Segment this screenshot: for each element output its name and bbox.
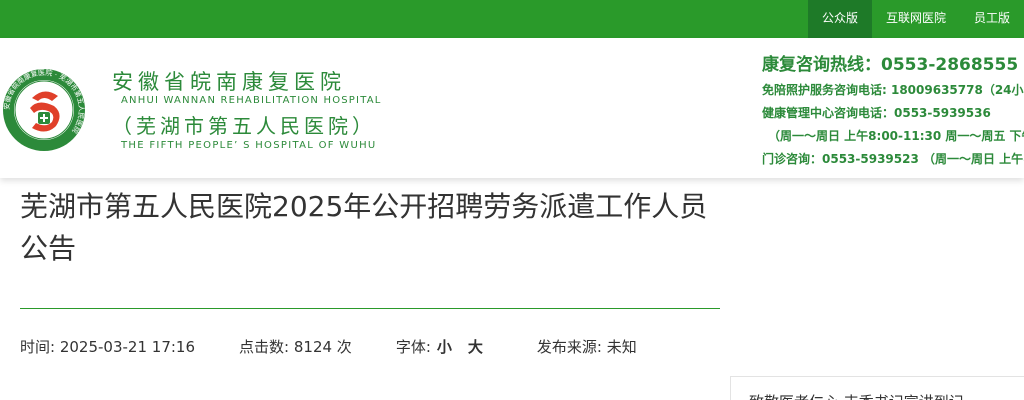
- hospital-logo[interactable]: 安徽省皖南康复医院 · 芜湖市第五人民医院: [2, 68, 86, 152]
- font-small-button[interactable]: 小: [437, 338, 452, 356]
- top-bar: 公众版 互联网医院 员工版: [0, 0, 1024, 38]
- source-label: 发布来源:: [536, 338, 602, 356]
- publish-time: 时间: 2025-03-21 17:16: [20, 336, 195, 357]
- article-meta: 时间: 2025-03-21 17:16 点击数: 8124 次 字体: 小大 发…: [20, 336, 681, 357]
- font-large-button[interactable]: 大: [468, 338, 483, 356]
- time-label: 时间:: [20, 338, 56, 356]
- font-size-switch: 字体: 小大: [396, 336, 493, 357]
- nav-internet-hospital[interactable]: 互联网医院: [872, 0, 960, 38]
- site-header: 安徽省皖南康复医院 · 芜湖市第五人民医院 安徽省皖南康复医院 ANHUI WA…: [0, 38, 1024, 178]
- clicks-value: 8124 次: [293, 338, 352, 356]
- side-headline[interactable]: 致敬医者仁心 丰香书记宣讲到记: [749, 391, 964, 400]
- top-nav: 公众版 互联网医院 员工版: [807, 0, 1024, 38]
- nav-staff[interactable]: 员工版: [960, 0, 1024, 38]
- hospital-name-en: ANHUI WANNAN REHABILITATION HOSPITAL: [121, 95, 382, 106]
- nav-public[interactable]: 公众版: [807, 0, 872, 38]
- font-label: 字体:: [395, 338, 431, 356]
- hospital-alias-cn: （芜湖市第五人民医院）: [112, 114, 376, 138]
- outpatient-phone: 门诊咨询：0553-5939523 （周一～周日 上午8: [762, 152, 1024, 166]
- hospital-name-cn: 安徽省皖南康复医院: [112, 70, 346, 94]
- health-center-hours: （周一～周日 上午8:00-11:30 周一～周五 下午: [768, 129, 1024, 143]
- hospital-logo-icon: 安徽省皖南康复医院 · 芜湖市第五人民医院: [2, 68, 85, 151]
- health-center-phone: 健康管理中心咨询电话：0553-5939536: [762, 106, 991, 120]
- click-count: 点击数: 8124 次: [239, 336, 352, 357]
- clicks-label: 点击数:: [239, 338, 290, 356]
- publish-source: 发布来源: 未知: [537, 336, 637, 357]
- rehab-hotline: 康复咨询热线：0553-2868555: [762, 55, 1019, 75]
- side-panel: 致敬医者仁心 丰香书记宣讲到记: [730, 376, 1024, 400]
- title-divider: [20, 308, 720, 309]
- article-title: 芜湖市第五人民医院2025年公开招聘劳务派遣工作人员公告: [20, 190, 708, 265]
- source-value: 未知: [606, 338, 637, 356]
- hospital-alias-en: THE FIFTH PEOPLE’ S HOSPITAL OF WUHU: [121, 140, 377, 151]
- time-value: 2025-03-21 17:16: [59, 338, 196, 356]
- care-service-phone: 免陪照护服务咨询电话: 18009635778（24小时）: [762, 83, 1024, 97]
